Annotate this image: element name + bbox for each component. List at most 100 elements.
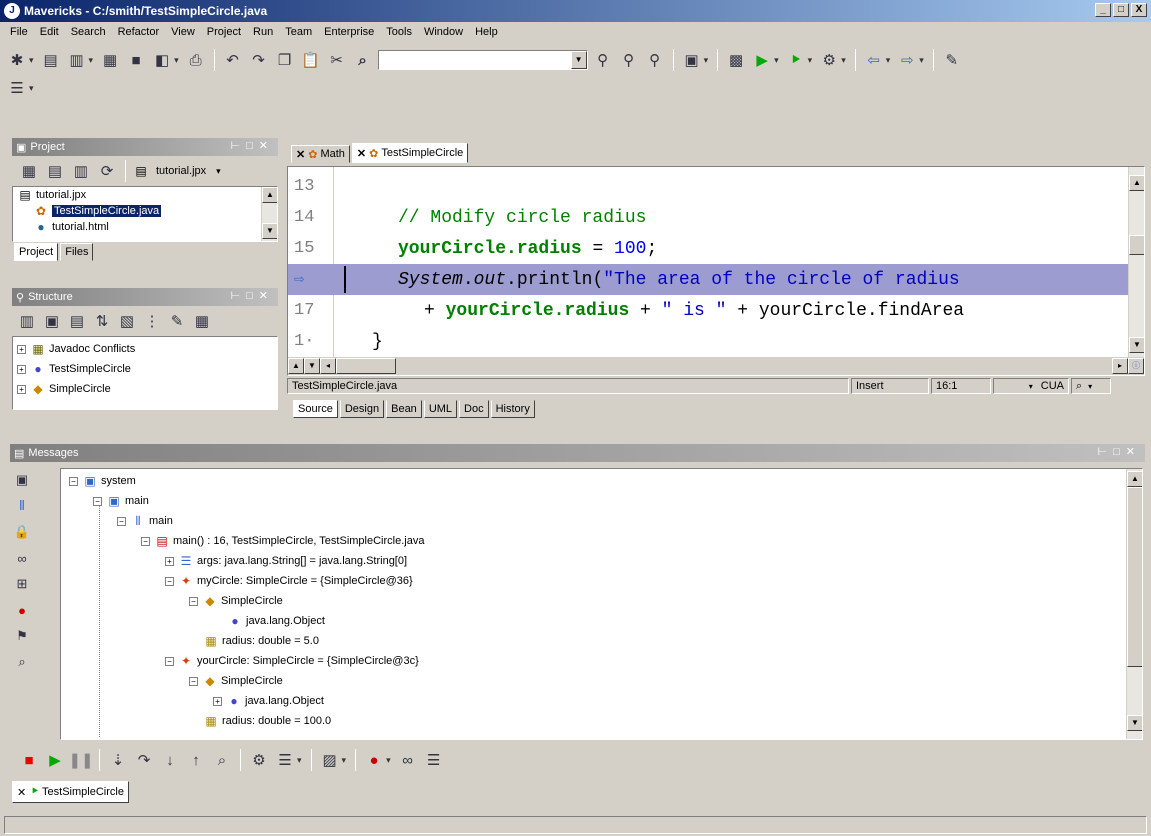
menu-window[interactable]: Window <box>418 26 469 38</box>
tree-item[interactable]: + ● TestSimpleCircle <box>13 359 277 379</box>
minimize-button[interactable]: _ <box>1095 3 1111 17</box>
editor-hscrollbar[interactable]: ▲ ▼ ◂ ▸ ⓘ <box>288 357 1144 375</box>
tree-item[interactable]: − ▣ system <box>69 471 136 491</box>
debug-icon[interactable]: ⯈ <box>785 49 807 71</box>
undo-icon[interactable]: ↶ <box>222 49 244 71</box>
tab-doc[interactable]: Doc <box>459 400 489 418</box>
evaluate-icon[interactable]: ⌕ <box>13 652 31 672</box>
cut-icon[interactable]: ✂ <box>326 49 348 71</box>
find-next-icon[interactable]: ⚲ <box>618 49 640 71</box>
find-prev-icon[interactable]: ⚲ <box>644 49 666 71</box>
tab-source[interactable]: Source <box>293 400 338 418</box>
make-project-icon[interactable]: ▣ <box>681 49 703 71</box>
console-icon[interactable]: ▣ <box>13 470 31 490</box>
chevron-down-icon[interactable]: ▾ <box>919 55 924 66</box>
add-watch-icon[interactable]: ∞ <box>397 749 419 771</box>
chevron-down-icon[interactable]: ▾ <box>704 55 709 66</box>
info-icon[interactable]: ⓘ <box>1128 358 1144 374</box>
evaluate-icon[interactable]: ⌕ <box>211 749 233 771</box>
open-project-icon[interactable]: ▤ <box>40 49 62 71</box>
menu-view[interactable]: View <box>165 26 201 38</box>
tab-testsimplecircle-run[interactable]: ✕ ⯈ TestSimpleCircle <box>12 781 129 803</box>
tab-uml[interactable]: UML <box>423 400 458 418</box>
tree-item[interactable]: − ⫴ main <box>117 511 173 531</box>
add-files-icon[interactable]: ▦ <box>18 160 40 182</box>
chevron-down-icon[interactable]: ▾ <box>89 55 94 66</box>
hscroll-thumb[interactable] <box>336 358 396 374</box>
close-button[interactable]: X <box>1131 3 1147 17</box>
tab-bean[interactable]: Bean <box>386 400 422 418</box>
classes-icon[interactable]: ⊞ <box>13 574 31 594</box>
save-icon[interactable]: ■ <box>125 49 147 71</box>
collapse-icon[interactable]: − <box>189 596 198 606</box>
expand-icon[interactable]: + <box>17 344 26 354</box>
scroll-left-icon[interactable]: ◂ <box>320 358 336 374</box>
tab-testsimplecircle[interactable]: ✕ ✿ TestSimpleCircle <box>351 143 469 163</box>
collapse-icon[interactable]: − <box>93 496 102 506</box>
threads-icon[interactable]: ⫴ <box>13 496 31 516</box>
data-icon[interactable]: ⚑ <box>13 626 31 646</box>
lock-icon[interactable]: 🔒 <box>13 522 31 542</box>
alpha-sort-icon[interactable]: ⇅ <box>91 310 113 332</box>
chevron-down-icon[interactable]: ▾ <box>1029 382 1033 391</box>
step-list-icon[interactable]: ☰ <box>274 749 296 771</box>
expand-icon[interactable]: + <box>213 696 222 706</box>
resume-icon[interactable]: ▶ <box>44 749 66 771</box>
run-icon[interactable]: ▶ <box>751 49 773 71</box>
reopen-icon[interactable]: ▥ <box>66 49 88 71</box>
project-scrollbar[interactable]: ▲ ▼ <box>261 187 277 241</box>
tree-item[interactable]: − ▣ main <box>93 491 149 511</box>
tree-item-selected[interactable]: ✿ TestSimpleCircle.java <box>13 203 277 219</box>
tab-history[interactable]: History <box>490 400 535 418</box>
optimize-icon[interactable]: ⚙ <box>818 49 840 71</box>
breakpoints-icon[interactable]: ● <box>13 600 31 620</box>
close-icon[interactable]: ✕ <box>357 147 366 160</box>
back-icon[interactable]: ⇦ <box>863 49 885 71</box>
menu-search[interactable]: Search <box>65 26 112 38</box>
menu-tools[interactable]: Tools <box>380 26 418 38</box>
step-out-icon[interactable]: ↑ <box>185 749 207 771</box>
expand-icon[interactable]: + <box>17 364 26 374</box>
status-keymap[interactable]: ▾ CUA <box>993 378 1069 394</box>
collapse-icon[interactable]: − <box>117 516 126 526</box>
help-book-icon[interactable]: ✎ <box>941 49 963 71</box>
new-file-icon[interactable]: ✱ <box>6 49 28 71</box>
tree-item[interactable]: + ◆ SimpleCircle <box>13 379 277 399</box>
show-frames-icon[interactable]: ☰ <box>423 749 445 771</box>
scroll-thumb[interactable] <box>1127 487 1142 667</box>
tree-item[interactable]: ● tutorial.html <box>13 219 277 235</box>
menu-file[interactable]: File <box>4 26 34 38</box>
menu-team[interactable]: Team <box>279 26 318 38</box>
tree-item[interactable]: ● java.lang.Object <box>227 611 325 631</box>
tree-item[interactable]: − ✦ myCircle: SimpleCircle = {SimpleCircle… <box>165 571 413 591</box>
team-icon[interactable]: ☰ <box>6 77 28 99</box>
filter-icon[interactable]: ▣ <box>41 310 63 332</box>
menu-help[interactable]: Help <box>469 26 504 38</box>
pause-icon[interactable]: ❚❚ <box>68 749 93 771</box>
collapse-icon[interactable]: − <box>165 656 174 666</box>
tab-files[interactable]: Files <box>60 243 94 261</box>
messages-scrollbar[interactable]: ▲ ▼ <box>1126 469 1142 739</box>
close-icon[interactable]: ✕ <box>296 148 305 161</box>
scroll-right-icon[interactable]: ▸ <box>1112 358 1128 374</box>
tree-item[interactable]: ▤ tutorial.jpx <box>13 187 277 203</box>
tree-item[interactable]: − ◆ SimpleCircle <box>189 671 283 691</box>
maximize-button[interactable]: □ <box>1113 3 1129 17</box>
project-combo[interactable]: tutorial.jpx <box>156 165 206 177</box>
stop-icon[interactable]: ■ <box>18 749 40 771</box>
copy-icon[interactable]: ❐ <box>274 49 296 71</box>
scroll-down-icon[interactable]: ▼ <box>304 358 320 374</box>
chevron-down-icon[interactable]: ▾ <box>774 55 779 66</box>
close-icon[interactable]: ✕ <box>17 786 26 799</box>
collapse-icon[interactable]: − <box>141 536 150 546</box>
inherited-icon[interactable]: ✎ <box>166 310 188 332</box>
close-file-icon[interactable]: ▦ <box>99 49 121 71</box>
paste-icon[interactable]: 📋 <box>300 49 322 71</box>
zoom-control[interactable]: ⌕ ▾ <box>1071 378 1111 394</box>
chevron-down-icon[interactable]: ▾ <box>174 55 179 66</box>
menu-project[interactable]: Project <box>201 26 247 38</box>
find-classes-icon[interactable]: ⚲ <box>592 49 614 71</box>
tree-item[interactable]: − ✦ yourCircle: SimpleCircle = {SimpleCirc… <box>165 651 419 671</box>
close-project-icon[interactable]: ▥ <box>70 160 92 182</box>
panel-controls[interactable]: ⊢□✕ <box>1098 445 1141 458</box>
